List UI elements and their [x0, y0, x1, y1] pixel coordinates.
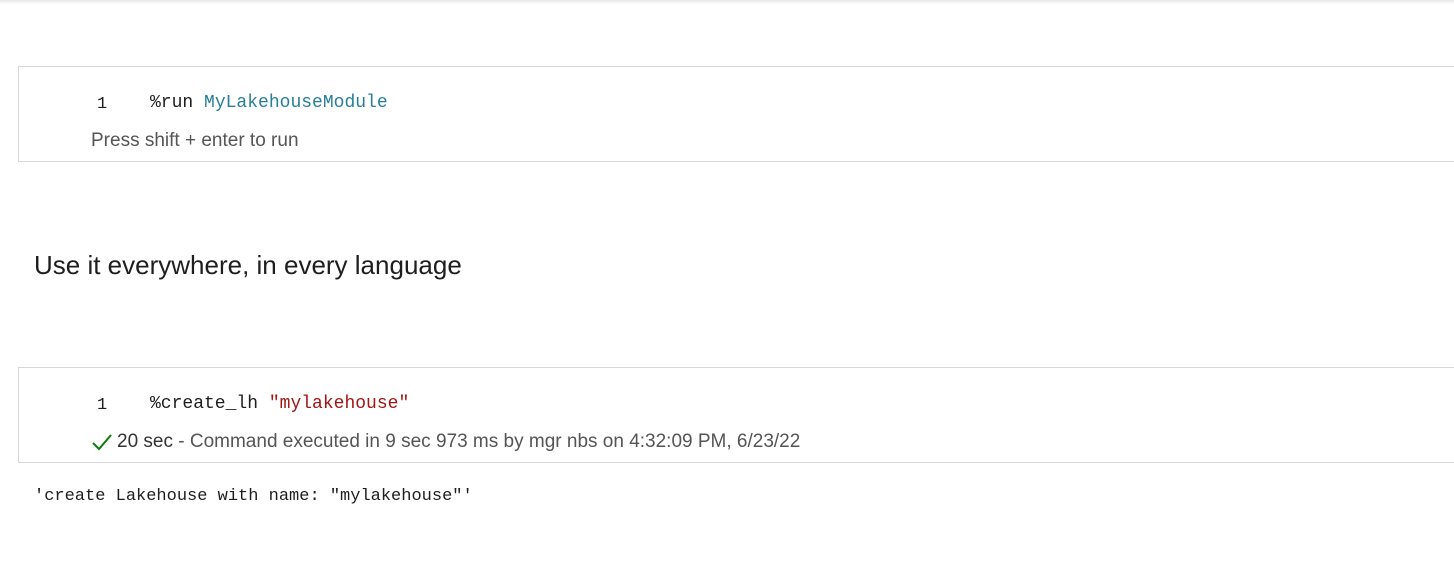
- code-editor-line[interactable]: %create_lh "mylakehouse": [150, 394, 409, 414]
- line-number: 1: [97, 95, 108, 114]
- magic-command: %run: [150, 93, 194, 113]
- execution-duration: 20 sec: [117, 431, 173, 452]
- magic-argument: MyLakehouseModule: [204, 93, 388, 113]
- magic-argument: "mylakehouse": [268, 394, 410, 414]
- code-editor-line[interactable]: %run MyLakehouseModule: [150, 93, 388, 113]
- top-shadow: [0, 0, 1454, 4]
- code-cell-run-module[interactable]: 1 %run MyLakehouseModule Press shift + e…: [18, 66, 1454, 162]
- execution-status: 20 sec - Command executed in 9 sec 973 m…: [91, 431, 800, 453]
- checkmark-icon: [92, 434, 112, 451]
- cell-output: 'create Lakehouse with name: "mylakehous…: [34, 487, 473, 506]
- code-cell-create-lakehouse[interactable]: 1 %create_lh "mylakehouse" 20 sec - Comm…: [18, 367, 1454, 463]
- magic-command: %create_lh: [150, 394, 259, 414]
- run-hint: Press shift + enter to run: [91, 130, 299, 151]
- execution-details: - Command executed in 9 sec 973 ms by mg…: [172, 431, 801, 452]
- line-number: 1: [97, 396, 108, 415]
- markdown-heading: Use it everywhere, in every language: [34, 250, 462, 280]
